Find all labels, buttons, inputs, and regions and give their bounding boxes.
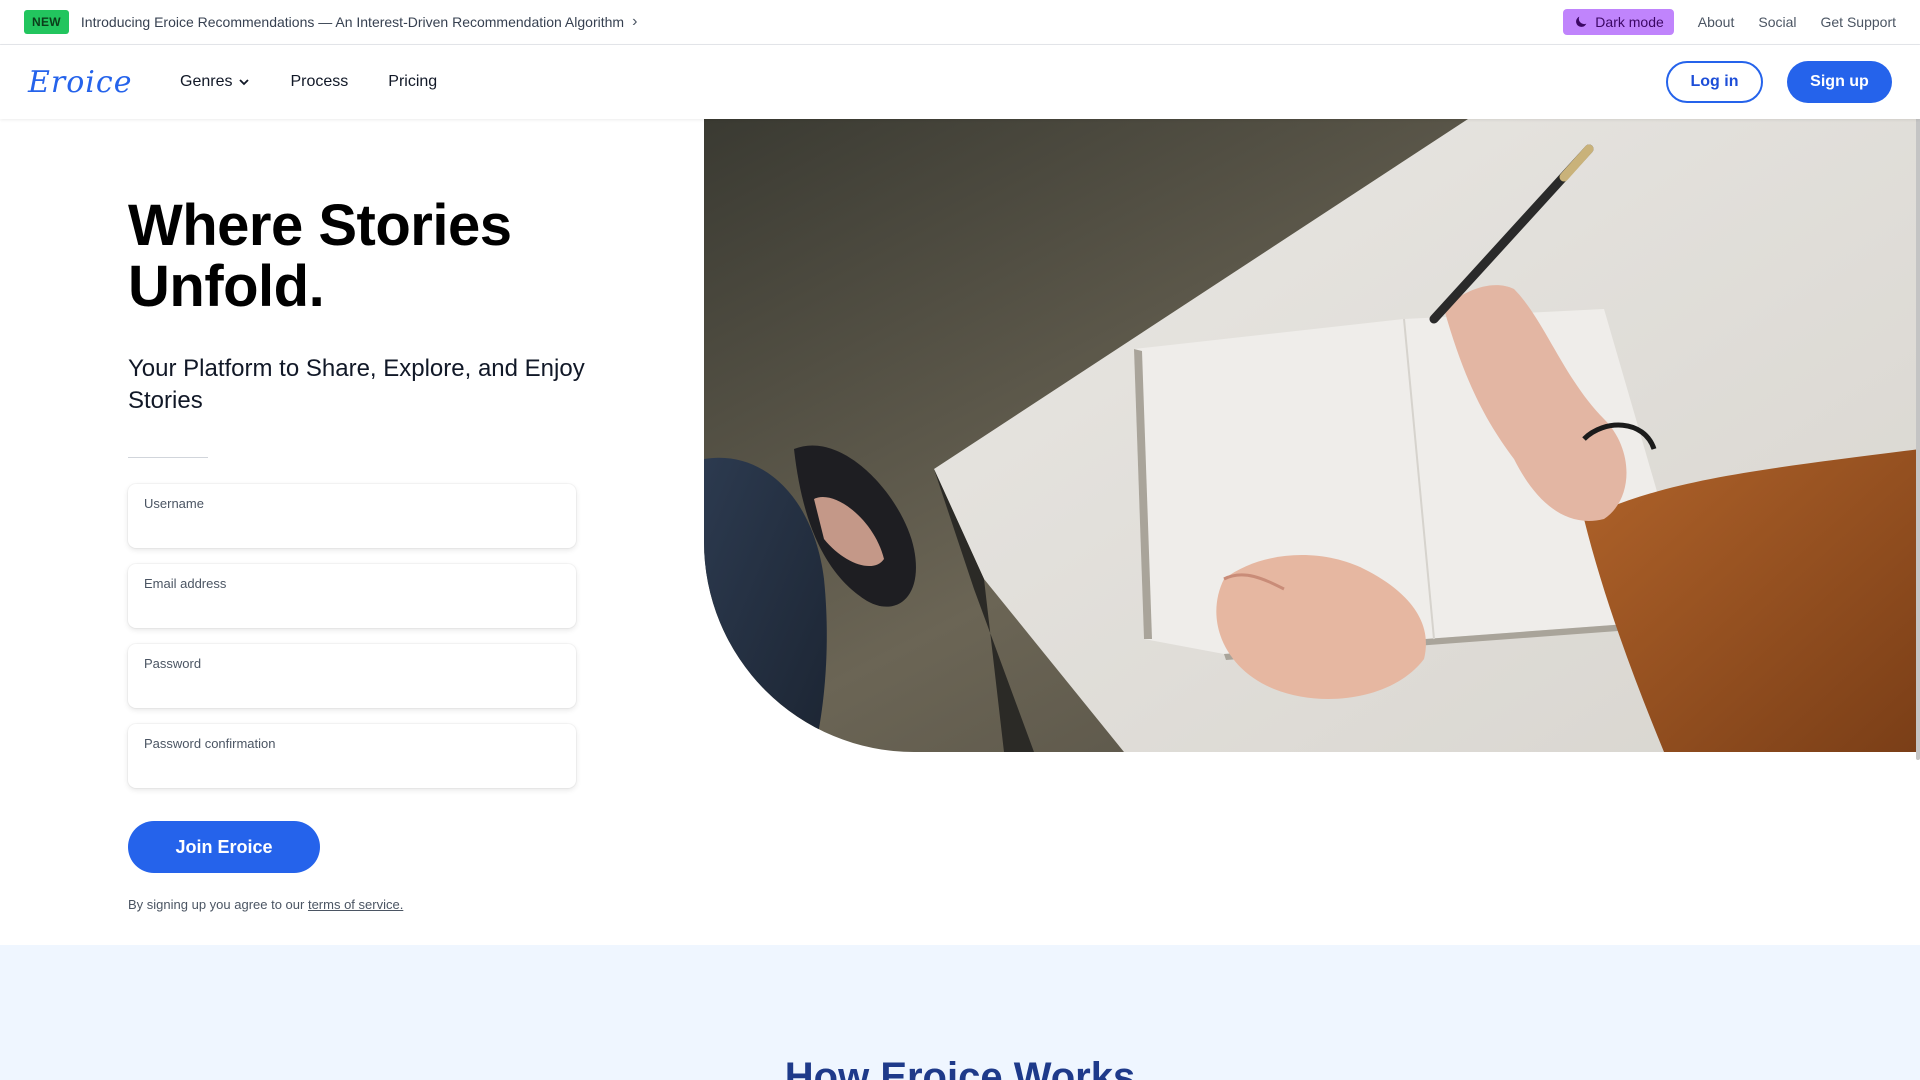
signup-button[interactable]: Sign up — [1787, 61, 1892, 103]
password-label: Password — [144, 656, 202, 671]
social-link[interactable]: Social — [1758, 14, 1796, 30]
hero-image — [704, 119, 1920, 752]
how-it-works-title: How Eroice Works — [784, 1055, 1136, 1080]
hero-signup: Where Stories Unfold. Your Platform to S… — [128, 195, 588, 912]
terms-prefix: By signing up you agree to our — [128, 897, 305, 912]
password-confirmation-input[interactable] — [144, 757, 560, 774]
signup-form: Username Email address Password Password… — [128, 484, 588, 788]
email-label: Email address — [144, 576, 227, 591]
announcement-text: Introducing Eroice Recommendations — An … — [80, 14, 625, 30]
divider — [128, 457, 208, 458]
utility-links: Dark mode About Social Get Support — [1563, 9, 1896, 35]
terms-link[interactable]: terms of service. — [308, 897, 403, 912]
email-input[interactable] — [144, 597, 560, 614]
chevron-down-icon — [239, 79, 250, 86]
how-it-works-section: How Eroice Works — [0, 945, 1920, 1080]
new-badge: NEW — [24, 10, 69, 34]
hero-title: Where Stories Unfold. — [128, 195, 588, 317]
hero-title-line1: Where Stories — [128, 193, 512, 258]
username-field[interactable]: Username — [128, 484, 576, 548]
username-label: Username — [144, 496, 204, 511]
password-field[interactable]: Password — [128, 644, 576, 708]
login-button[interactable]: Log in — [1666, 61, 1763, 103]
announcement-link[interactable]: Introducing Eroice Recommendations — An … — [81, 13, 637, 31]
about-link[interactable]: About — [1698, 14, 1735, 30]
nav-item-process[interactable]: Process — [290, 73, 348, 91]
nav-item-pricing[interactable]: Pricing — [388, 73, 437, 91]
hero-title-line2: Unfold. — [128, 254, 325, 319]
eroice-logo[interactable]: Eroice — [28, 65, 148, 100]
announcement-bar: NEW Introducing Eroice Recommendations —… — [0, 0, 1920, 45]
nav-item-genres[interactable]: Genres — [180, 73, 250, 91]
username-input[interactable] — [144, 517, 560, 534]
chevron-right-icon: › — [632, 13, 638, 30]
hero-subtitle: Your Platform to Share, Explore, and Enj… — [128, 355, 585, 414]
moon-icon — [1576, 16, 1587, 27]
password-input[interactable] — [144, 677, 560, 694]
terms-notice: By signing up you agree to our terms of … — [128, 897, 588, 912]
email-field[interactable]: Email address — [128, 564, 576, 628]
dark-mode-label: Dark mode — [1595, 14, 1664, 30]
main-nav: Eroice Genres Process Pricing Log in Sig… — [0, 45, 1920, 119]
dark-mode-toggle[interactable]: Dark mode — [1563, 9, 1674, 35]
password-confirmation-field[interactable]: Password confirmation — [128, 724, 576, 788]
password-confirmation-label: Password confirmation — [144, 736, 276, 751]
auth-buttons: Log in Sign up — [1666, 61, 1892, 103]
join-button[interactable]: Join Eroice — [128, 821, 320, 873]
genres-label: Genres — [180, 73, 233, 90]
nav-menu: Genres Process Pricing — [180, 73, 437, 91]
scrollbar[interactable] — [1916, 45, 1920, 760]
get-support-link[interactable]: Get Support — [1821, 14, 1897, 30]
writing-photo — [704, 119, 1920, 752]
